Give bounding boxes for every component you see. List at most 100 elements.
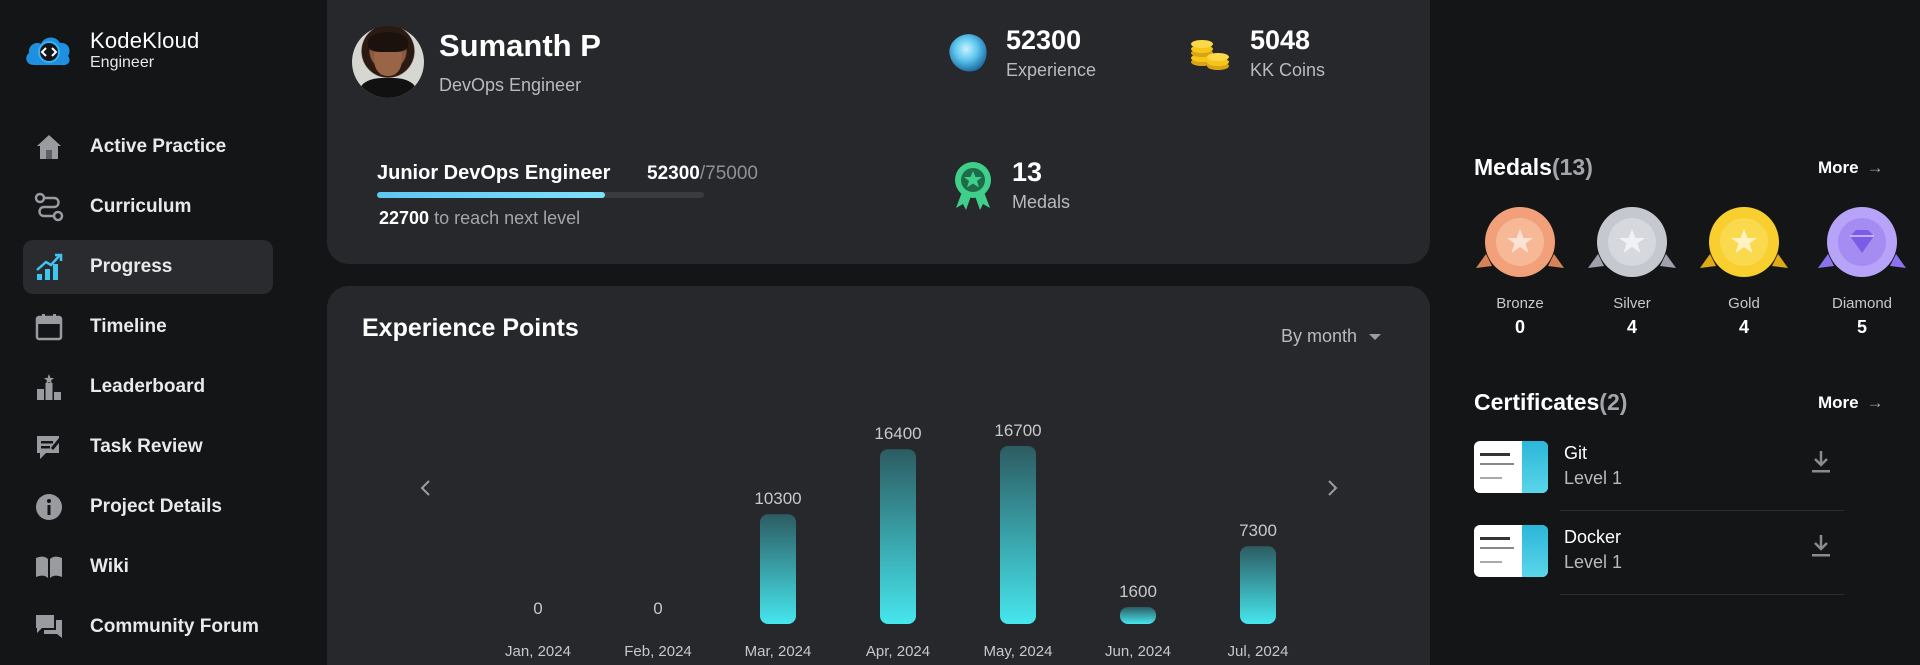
chart-category-label: Jul, 2024	[1228, 643, 1289, 660]
medals-title-text: Medals	[1474, 154, 1552, 180]
level-progress-fill	[377, 192, 606, 198]
brand-name: KodeKloud	[90, 28, 200, 53]
chart-value-label: 10300	[754, 489, 801, 508]
chart-value-label: 0	[533, 599, 542, 618]
level-score: 52300/75000	[647, 163, 758, 185]
sidebar-item-label: Community Forum	[90, 616, 259, 637]
calendar-icon	[33, 311, 65, 343]
route-icon	[33, 191, 65, 223]
certificate-name: Git	[1564, 443, 1588, 463]
divider	[1560, 510, 1844, 511]
certificate-level: Level 1	[1564, 552, 1623, 572]
sidebar-nav: Active Practice Curriculum Progress Time…	[23, 120, 273, 660]
user-role: DevOps Engineer	[439, 75, 582, 95]
certificate-item[interactable]: Git Level 1	[1474, 441, 1874, 511]
medals-stat: 13 Medals	[946, 157, 1071, 213]
sidebar-item-label: Wiki	[90, 556, 129, 577]
chart-bar[interactable]	[760, 514, 796, 624]
chart-prev-button[interactable]	[414, 476, 438, 500]
sidebar-item-label: Timeline	[90, 316, 167, 337]
chart-category-label: Jun, 2024	[1105, 643, 1171, 660]
chart-value-label: 1600	[1119, 582, 1157, 601]
medal-count: 5	[1856, 317, 1867, 337]
download-icon[interactable]	[1810, 449, 1832, 475]
avatar[interactable]	[352, 26, 424, 98]
sidebar-item-project-details[interactable]: Project Details	[23, 480, 273, 534]
level-current: 52300	[647, 163, 700, 184]
certificate-thumbnail	[1474, 525, 1548, 577]
experience-value: 52300	[1006, 25, 1082, 55]
review-icon	[33, 431, 65, 463]
chart-category-label: Apr, 2024	[866, 643, 930, 660]
sidebar-item-community-forum[interactable]: Community Forum	[23, 600, 273, 654]
level-next-text: 22700 to reach next level	[379, 208, 580, 229]
experience-bar-chart: 0 Jan, 2024 0 Feb, 2024 10300 Mar, 2024 16400 A…	[505, 421, 1289, 660]
info-icon	[33, 491, 65, 523]
download-icon[interactable]	[1810, 533, 1832, 559]
period-select[interactable]: By month	[1281, 326, 1382, 347]
home-icon	[33, 131, 65, 163]
chart-value-label: 16700	[994, 421, 1041, 440]
certificates-title-count: (2)	[1599, 389, 1628, 415]
medal-gold[interactable]: Gold 4	[1694, 206, 1794, 338]
medal-count: 4	[1626, 317, 1637, 337]
experience-orb-icon	[949, 34, 987, 72]
level-progress-bar	[377, 192, 704, 198]
silver-medal-icon	[1588, 207, 1676, 277]
certificates-more-label: More	[1818, 393, 1859, 412]
medals-more-link[interactable]: More →	[1818, 158, 1884, 178]
medals-label: Medals	[1012, 191, 1071, 212]
sidebar-item-progress[interactable]: Progress	[23, 240, 273, 294]
diamond-medal-icon	[1818, 207, 1906, 277]
sidebar-item-label: Active Practice	[90, 136, 227, 157]
chart-bar[interactable]	[1240, 546, 1276, 624]
chart-value-label: 0	[653, 599, 662, 618]
certificates-more-link[interactable]: More →	[1818, 393, 1884, 413]
brand[interactable]: KodeKloud Engineer	[22, 30, 199, 71]
book-icon	[33, 551, 65, 583]
certificate-item[interactable]: Docker Level 1	[1474, 525, 1874, 595]
medal-count: 4	[1738, 317, 1749, 337]
level-remaining: 22700	[379, 208, 430, 228]
medals-title-count: (13)	[1551, 154, 1593, 180]
sidebar-item-label: Progress	[90, 256, 173, 277]
leaderboard-icon	[33, 371, 65, 403]
coins-label: KK Coins	[1250, 59, 1326, 80]
certificates-title: Certificates(2)	[1474, 389, 1627, 416]
sidebar-item-label: Project Details	[90, 496, 222, 517]
sidebar-item-wiki[interactable]: Wiki	[23, 540, 273, 594]
medal-bronze[interactable]: Bronze 0	[1470, 206, 1570, 338]
chart-value-label: 7300	[1239, 521, 1277, 540]
medal-silver[interactable]: Silver 4	[1582, 206, 1682, 338]
bronze-medal-icon	[1476, 207, 1564, 277]
certificates-title-text: Certificates	[1474, 389, 1600, 415]
sidebar-item-curriculum[interactable]: Curriculum	[23, 180, 273, 234]
coins-value: 5048	[1250, 25, 1311, 55]
medal-name: Diamond	[1831, 295, 1893, 312]
medal-diamond[interactable]: Diamond 5	[1812, 206, 1912, 338]
arrow-right-icon: →	[1866, 393, 1884, 412]
sidebar-item-leaderboard[interactable]: Leaderboard	[23, 360, 273, 414]
chart-bar[interactable]	[1000, 446, 1036, 624]
chat-icon	[33, 611, 65, 643]
arrow-right-icon: →	[1866, 158, 1884, 177]
chart-category-label: Mar, 2024	[745, 643, 812, 660]
chart-category-label: Jan, 2024	[505, 643, 571, 660]
chevron-down-icon	[1369, 333, 1382, 340]
certificate-level: Level 1	[1564, 468, 1623, 488]
chart-bar[interactable]	[880, 449, 916, 624]
sidebar-item-active-practice[interactable]: Active Practice	[23, 120, 273, 174]
coins-icon	[1191, 40, 1229, 70]
medal-name: Bronze	[1496, 295, 1544, 312]
sidebar-item-timeline[interactable]: Timeline	[23, 300, 273, 354]
medals-value: 13	[1012, 157, 1043, 187]
period-select-value: By month	[1281, 326, 1358, 346]
certificate-thumbnail	[1474, 441, 1548, 493]
sidebar-item-task-review[interactable]: Task Review	[23, 420, 273, 474]
chart-bar[interactable]	[1120, 606, 1156, 624]
kodekloud-logo-icon	[26, 36, 70, 65]
sidebar-item-label: Leaderboard	[90, 376, 206, 397]
brand-subtitle: Engineer	[90, 54, 155, 71]
level-max: /75000	[699, 163, 758, 184]
sidebar-item-label: Task Review	[90, 436, 203, 457]
